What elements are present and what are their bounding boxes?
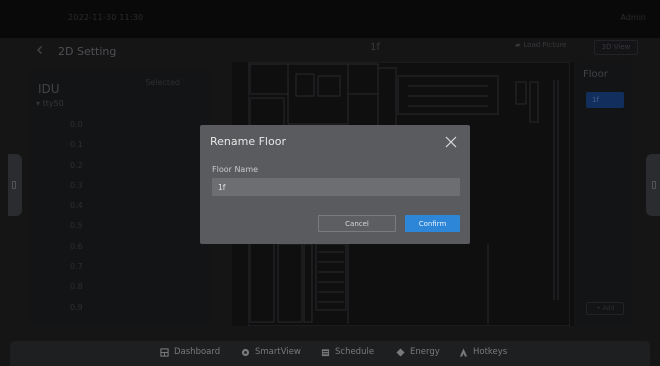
cancel-button[interactable]: Cancel bbox=[318, 215, 396, 232]
screen: 2022-11-30 11:30 Admin 2D Setting 1f ▰ Lo… bbox=[0, 0, 660, 366]
confirm-button[interactable]: Confirm bbox=[405, 215, 460, 232]
floor-name-label: Floor Name bbox=[212, 165, 259, 174]
rename-floor-dialog: Rename Floor Floor Name Cancel Confirm bbox=[200, 125, 470, 244]
close-button[interactable] bbox=[444, 134, 458, 148]
close-icon bbox=[445, 136, 457, 148]
floor-name-input[interactable] bbox=[212, 178, 460, 196]
dialog-title: Rename Floor bbox=[210, 135, 286, 148]
